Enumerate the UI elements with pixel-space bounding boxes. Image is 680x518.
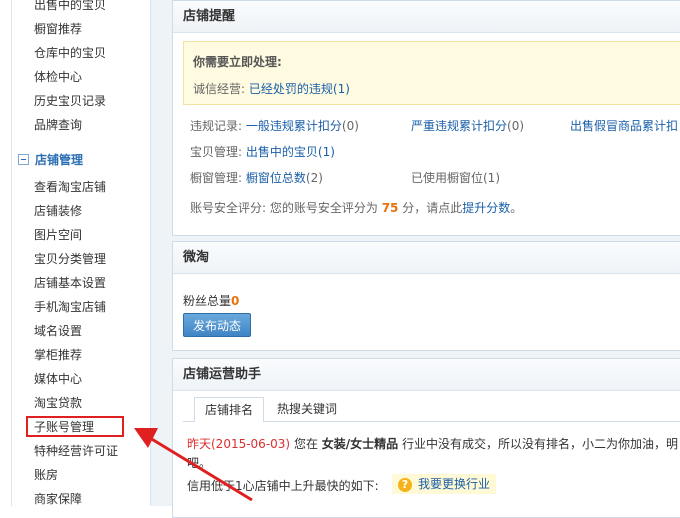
goods-row: 宝贝管理: 出售中的宝贝(1) (190, 143, 335, 160)
general-violation-count: (0) (341, 119, 359, 133)
question-icon: ? (398, 477, 412, 492)
sidebar: 出售中的宝贝 橱窗推荐 仓库中的宝贝 体检中心 历史宝贝记录 品牌查询 店铺管理… (0, 0, 150, 506)
collapse-icon[interactable] (18, 154, 29, 165)
selling-goods-link[interactable]: 出售中的宝贝 (246, 145, 318, 159)
serious-violation-count: (0) (507, 119, 525, 133)
sidebar-item-brand-query[interactable]: 品牌查询 (34, 114, 82, 136)
sidebar-divider (11, 0, 12, 506)
sidebar-item-history[interactable]: 历史宝贝记录 (34, 90, 106, 112)
sidebar-item-mobile-shop[interactable]: 手机淘宝店铺 (34, 296, 106, 318)
fans-label: 粉丝总量 (183, 294, 232, 308)
security-suffix: 。 (510, 201, 523, 215)
alert-heading: 你需要立即处理: (193, 55, 282, 69)
sidebar-item-media[interactable]: 媒体中心 (34, 368, 82, 390)
fans-count: 0 (231, 294, 240, 308)
tab-hot-keywords[interactable]: 热搜关键词 (270, 397, 344, 422)
sidebar-item-window-recommend[interactable]: 橱窗推荐 (34, 18, 82, 40)
violation-row: 违规记录: 一般违规累计扣分(0) (190, 117, 359, 134)
ranking-text-a: 您在 (293, 437, 318, 451)
fans-row: 粉丝总量0 (183, 292, 239, 309)
ranking-date: 昨天(2015-06-03) (187, 437, 291, 451)
sidebar-item-merchant-guarantee[interactable]: 商家保障 (34, 488, 82, 510)
selling-goods-count: (1) (317, 145, 335, 159)
sidebar-section-shop-management[interactable]: 店铺管理 (18, 150, 83, 170)
fake-goods-link[interactable]: 出售假冒商品累计扣 (570, 119, 678, 133)
sidebar-item-basic-settings[interactable]: 店铺基本设置 (34, 272, 106, 294)
sidebar-item-domain[interactable]: 域名设置 (34, 320, 82, 342)
improve-score-link[interactable]: 提升分数 (462, 201, 510, 215)
change-industry-link[interactable]: 我要更换行业 (418, 477, 490, 491)
violation-label: 违规记录: (190, 119, 243, 133)
integrity-row: 诚信经营: 已经处罚的违规(1) (193, 80, 350, 97)
publish-button[interactable]: 发布动态 (183, 313, 251, 337)
integrity-label: 诚信经营: (193, 82, 246, 96)
security-prefix: 账号安全评分: 您的账号安全评分为 (190, 201, 378, 215)
sidebar-item-account-room[interactable]: 账房 (34, 464, 58, 486)
ranking-line-2: 吧。 (187, 456, 212, 470)
security-row: 账号安全评分: 您的账号安全评分为 75 分，请点此提升分数。 (190, 199, 522, 216)
integrity-count: (1) (332, 82, 350, 96)
window-total-link[interactable]: 橱窗位总数 (246, 171, 306, 185)
panel-title: 店铺运营助手 (173, 359, 680, 391)
general-violation-link[interactable]: 一般违规累计扣分 (246, 119, 342, 133)
serious-violation-link[interactable]: 严重违规累计扣分 (411, 119, 507, 133)
ranking-line-1: 昨天(2015-06-03) 您在 女装/女士精品 行业中没有成交，所以没有排名… (187, 435, 678, 452)
change-industry[interactable]: ? 我要更换行业 (392, 474, 497, 494)
ranking-text-b: 行业中没有成交，所以没有排名，小二为你加油，明 (402, 437, 679, 451)
sidebar-item-image-space[interactable]: 图片空间 (34, 224, 82, 246)
panel-title: 微淘 (173, 242, 680, 274)
sidebar-item-recommend[interactable]: 掌柜推荐 (34, 344, 82, 366)
sidebar-item-selling[interactable]: 出售中的宝贝 (34, 0, 106, 16)
panel-title: 店铺提醒 (173, 1, 680, 33)
sidebar-item-view-shop[interactable]: 查看淘宝店铺 (34, 176, 106, 198)
highlight-box (26, 416, 124, 437)
goods-label: 宝贝管理: (190, 145, 243, 159)
sidebar-item-decoration[interactable]: 店铺装修 (34, 200, 82, 222)
ranking-line-3: 信用低于1心店铺中上升最快的如下: (187, 479, 379, 493)
window-row: 橱窗管理: 橱窗位总数(2) (190, 169, 323, 186)
window-total-count: (2) (305, 171, 323, 185)
window-used: 已使用橱窗位(1) (411, 171, 500, 185)
tab-shop-ranking[interactable]: 店铺排名 (194, 397, 264, 422)
industry-category: 女装/女士精品 (321, 437, 399, 451)
sidebar-item-category[interactable]: 宝贝分类管理 (34, 248, 106, 270)
sidebar-item-loan[interactable]: 淘宝贷款 (34, 392, 82, 414)
sidebar-item-warehouse[interactable]: 仓库中的宝贝 (34, 42, 106, 64)
punished-violations-link[interactable]: 已经处罚的违规 (249, 82, 333, 96)
window-label: 橱窗管理: (190, 171, 243, 185)
sidebar-section-title: 店铺管理 (35, 153, 84, 167)
sidebar-item-license[interactable]: 特种经营许可证 (34, 440, 118, 462)
serious-violation: 严重违规累计扣分(0) (411, 117, 524, 134)
sidebar-item-health-check[interactable]: 体检中心 (34, 66, 82, 88)
fake-goods: 出售假冒商品累计扣 (570, 117, 678, 134)
security-mid: 分，请点此 (402, 201, 463, 215)
security-score: 75 (381, 201, 399, 215)
